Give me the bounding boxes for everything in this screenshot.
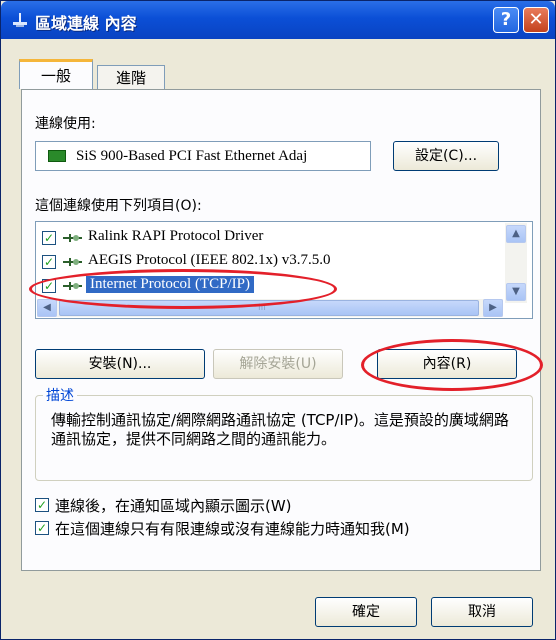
properties-dialog: 區域連線 內容 ? ✕ 一般 進階 連線使用: SiS 900-Based PC… (0, 0, 556, 640)
tab-advanced[interactable]: 進階 (97, 65, 165, 91)
title-bar[interactable]: 區域連線 內容 ? ✕ (1, 1, 555, 39)
components-label: 這個連線使用下列項目(O): (35, 198, 202, 214)
scroll-down-icon[interactable]: ▼ (506, 283, 526, 301)
cancel-button[interactable]: 取消 (431, 597, 533, 627)
scroll-right-icon[interactable]: ▶ (483, 299, 503, 317)
component-checkbox[interactable]: ✓ (42, 255, 56, 269)
scroll-up-icon[interactable]: ▲ (506, 225, 526, 243)
window-title: 區域連線 內容 (35, 14, 137, 33)
component-label: AEGIS Protocol (IEEE 802.1x) v3.7.5.0 (88, 252, 331, 268)
close-button[interactable]: ✕ (523, 7, 549, 33)
component-label: Ralink RAPI Protocol Driver (88, 228, 264, 244)
connect-using-label: 連線使用: (35, 116, 96, 132)
annotation-oval-tcpip (29, 269, 337, 309)
network-connection-icon (13, 13, 27, 27)
description-text: 傳輸控制通訊協定/網際網路通訊協定 (TCP/IP)。這是預設的廣域網路通訊協定… (51, 411, 509, 448)
description-title: 描述 (43, 385, 77, 405)
annotation-oval-properties (361, 339, 543, 391)
protocol-icon (63, 234, 82, 242)
network-adapter-icon (48, 150, 66, 162)
notify-limited-checkbox[interactable]: ✓ (35, 521, 49, 535)
notify-limited-label: 在這個連線只有有限連線或沒有連線能力時通知我(M) (55, 520, 410, 538)
scroll-left-icon[interactable]: ◀ (37, 299, 57, 317)
tab-general[interactable]: 一般 (19, 59, 93, 89)
configure-button[interactable]: 設定(C)... (393, 141, 499, 171)
help-button[interactable]: ? (493, 7, 519, 33)
component-checkbox[interactable]: ✓ (42, 231, 56, 245)
show-icon-checkbox[interactable]: ✓ (35, 498, 49, 512)
vertical-scrollbar[interactable]: ▲ ▼ (505, 223, 527, 303)
list-item[interactable]: ✓ AEGIS Protocol (IEEE 802.1x) v3.7.5.0 (36, 250, 506, 274)
protocol-icon (63, 258, 82, 266)
adapter-field: SiS 900-Based PCI Fast Ethernet Adaj (35, 141, 371, 171)
list-item[interactable]: ✓ Ralink RAPI Protocol Driver (36, 226, 506, 250)
show-icon-label: 連線後，在通知區域內顯示圖示(W) (55, 497, 292, 515)
uninstall-button[interactable]: 解除安裝(U) (213, 349, 343, 379)
adapter-name: SiS 900-Based PCI Fast Ethernet Adaj (76, 148, 308, 164)
ok-button[interactable]: 確定 (315, 597, 417, 627)
install-button[interactable]: 安裝(N)... (35, 349, 205, 379)
